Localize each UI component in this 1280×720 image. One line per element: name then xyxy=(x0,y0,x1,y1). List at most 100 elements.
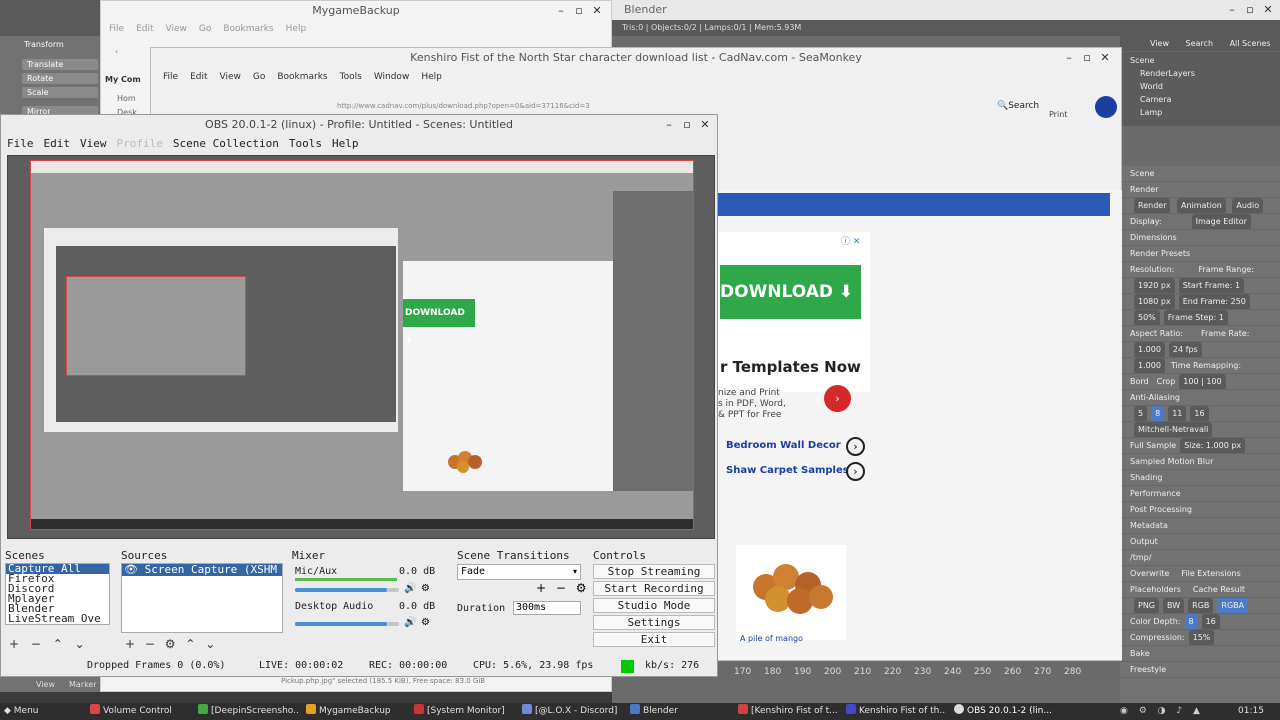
menu-view[interactable]: View xyxy=(80,137,107,150)
outliner-search-menu[interactable]: Search xyxy=(1186,39,1213,48)
menu-help[interactable]: Help xyxy=(286,24,307,34)
menu-edit[interactable]: Edit xyxy=(136,24,153,34)
sidebar-mycomputer[interactable]: My Com xyxy=(105,75,141,84)
depth-16-button[interactable]: 16 xyxy=(1201,614,1220,629)
menu-go[interactable]: Go xyxy=(199,24,211,34)
menu-file[interactable]: File xyxy=(7,137,34,150)
gear-icon[interactable]: ⚙ xyxy=(421,617,430,628)
chevron-right-icon[interactable]: › xyxy=(846,462,865,481)
frame-step-field[interactable]: Frame Step: 1 xyxy=(1163,310,1228,325)
minimize-icon[interactable]: – xyxy=(553,1,569,21)
menu-bookmarks[interactable]: Bookmarks xyxy=(277,72,327,82)
maximize-icon[interactable]: ▫ xyxy=(1242,0,1258,20)
chevron-right-icon[interactable]: › xyxy=(846,437,865,456)
res-y-field[interactable]: 1080 px xyxy=(1134,294,1175,309)
transition-select[interactable]: Fade ▾ xyxy=(457,564,581,580)
output-path-field[interactable]: /tmp/ xyxy=(1120,550,1280,566)
audio-button[interactable]: Audio xyxy=(1232,198,1264,213)
format-select[interactable]: PNG xyxy=(1134,598,1160,613)
duration-input[interactable]: 300ms xyxy=(513,601,581,615)
remove-icon[interactable]: − xyxy=(31,637,41,651)
metadata-panel[interactable]: Metadata xyxy=(1120,518,1280,534)
settings-button[interactable]: Settings xyxy=(593,615,715,630)
minimize-icon[interactable]: – xyxy=(1061,48,1077,68)
remove-icon[interactable]: − xyxy=(145,637,155,651)
depth-8-button[interactable]: 8 xyxy=(1184,614,1198,629)
speaker-icon[interactable]: 🔊 xyxy=(404,583,416,594)
download-button[interactable]: DOWNLOAD ⬇ xyxy=(720,265,861,319)
transform-header[interactable]: Transform xyxy=(0,36,100,49)
performance-panel[interactable]: Performance xyxy=(1120,486,1280,502)
menu-tools[interactable]: Tools xyxy=(340,72,362,82)
system-tray[interactable]: ◉ ⚙ ◑ ♪ ▲ xyxy=(1120,703,1220,720)
aa-sample-5[interactable]: 5 xyxy=(1134,406,1148,421)
ad-info-icon[interactable]: ⓘ ✕ xyxy=(841,234,860,247)
translate-button[interactable]: Translate xyxy=(22,59,98,70)
bw-button[interactable]: BW xyxy=(1163,598,1185,613)
prop-render-header[interactable]: Render xyxy=(1120,182,1280,198)
remove-icon[interactable]: − xyxy=(556,581,566,595)
eye-icon[interactable]: 👁 xyxy=(124,563,138,576)
freestyle-panel[interactable]: Freestyle xyxy=(1120,662,1280,678)
post-processing-panel[interactable]: Post Processing xyxy=(1120,502,1280,518)
task-volume-control[interactable]: Volume Control xyxy=(90,703,190,720)
cache-result-checkbox[interactable]: Cache Result xyxy=(1193,585,1245,594)
link-shaw-carpet-samples[interactable]: Shaw Carpet Samples xyxy=(726,465,849,476)
task-blender[interactable]: Blender xyxy=(630,703,730,720)
close-icon[interactable]: ✕ xyxy=(1260,0,1276,20)
speaker-icon[interactable]: 🔊 xyxy=(404,617,416,628)
sampled-motion-blur-panel[interactable]: Sampled Motion Blur xyxy=(1120,454,1280,470)
aspect-x-field[interactable]: 1.000 xyxy=(1134,342,1165,357)
link-bedroom-wall-decor[interactable]: Bedroom Wall Decor xyxy=(726,440,841,451)
outliner-item-world[interactable]: World xyxy=(1120,80,1280,93)
obs-preview[interactable]: DOWNLOAD ⬇ xyxy=(7,155,715,539)
close-icon[interactable]: ✕ xyxy=(589,1,605,21)
task-mygame[interactable]: MygameBackup xyxy=(306,703,406,720)
maximize-icon[interactable]: ▫ xyxy=(571,1,587,21)
fps-select[interactable]: 24 fps xyxy=(1168,342,1202,357)
rgb-button[interactable]: RGB xyxy=(1188,598,1214,613)
render-presets[interactable]: Render Presets xyxy=(1120,246,1280,262)
blender-timeline[interactable]: 170 180 190 200 210 220 230 240 250 260 270 280 xyxy=(718,661,1120,683)
menu-tools[interactable]: Tools xyxy=(289,137,322,150)
display-select[interactable]: Image Editor xyxy=(1191,214,1251,229)
close-icon[interactable]: ✕ xyxy=(697,115,713,135)
task-discord[interactable]: [@L.O.X - Discord] xyxy=(522,703,622,720)
compression-field[interactable]: 15% xyxy=(1188,630,1215,645)
full-sample-checkbox[interactable]: Full Sample xyxy=(1130,441,1176,450)
menu-scene-collection[interactable]: Scene Collection xyxy=(173,137,279,150)
bord-checkbox[interactable]: Bord xyxy=(1130,377,1149,386)
menu-edit[interactable]: Edit xyxy=(44,137,71,150)
outliner-item-scene[interactable]: Scene xyxy=(1120,54,1280,67)
start-frame-field[interactable]: Start Frame: 1 xyxy=(1178,278,1245,293)
studio-mode-button[interactable]: Studio Mode xyxy=(593,598,715,613)
bottom-marker-label[interactable]: Marker xyxy=(69,680,97,689)
back-icon[interactable]: ‹ xyxy=(115,47,118,56)
size-field[interactable]: Size: 1.000 px xyxy=(1180,438,1246,453)
menu-view[interactable]: View xyxy=(166,24,187,34)
close-icon[interactable]: ✕ xyxy=(1097,48,1113,68)
task-kenshiro-2[interactable]: Kenshiro Fist of th... xyxy=(846,703,946,720)
rotate-button[interactable]: Rotate xyxy=(22,73,98,84)
placeholders-checkbox[interactable]: Placeholders xyxy=(1130,585,1181,594)
task-obs[interactable]: OBS 20.0.1-2 (lin... xyxy=(954,703,1054,720)
add-icon[interactable]: + xyxy=(536,581,546,595)
scene-item[interactable]: LiveStream Ove xyxy=(6,613,109,624)
bottom-view-label[interactable]: View xyxy=(36,680,55,689)
move-down-icon[interactable]: ⌄ xyxy=(205,637,215,651)
task-system-monitor[interactable]: [System Monitor] xyxy=(414,703,514,720)
search-button[interactable]: 🔍Search xyxy=(997,101,1039,111)
exit-button[interactable]: Exit xyxy=(593,632,715,647)
url-bar[interactable]: http://www.cadnav.com/plus/download.php?… xyxy=(337,102,590,110)
res-x-field[interactable]: 1920 px xyxy=(1134,278,1175,293)
menu-file[interactable]: File xyxy=(163,72,178,82)
aa-sample-11[interactable]: 11 xyxy=(1168,406,1187,421)
task-kenshiro-1[interactable]: [Kenshiro Fist of t... xyxy=(738,703,838,720)
anti-aliasing-panel[interactable]: Anti-Aliasing xyxy=(1120,390,1280,406)
maximize-icon[interactable]: ▫ xyxy=(679,115,695,135)
outliner-item-renderlayers[interactable]: RenderLayers xyxy=(1120,67,1280,80)
bake-panel[interactable]: Bake xyxy=(1120,646,1280,662)
render-button[interactable]: Render xyxy=(1134,198,1171,213)
outliner-item-lamp[interactable]: Lamp xyxy=(1120,106,1280,119)
menu-window[interactable]: Window xyxy=(374,72,410,82)
